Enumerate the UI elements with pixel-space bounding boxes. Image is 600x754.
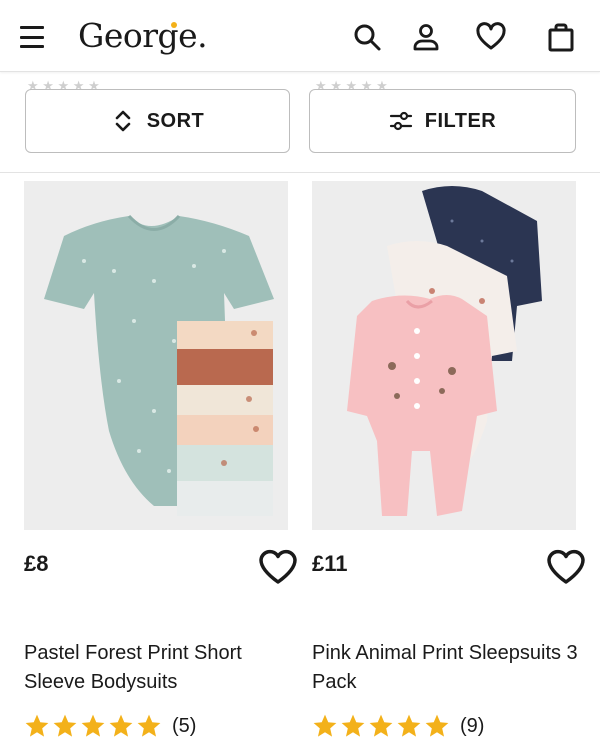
basket-icon[interactable] [545,20,577,54]
filter-button[interactable]: FILTER [309,89,576,153]
george-logo[interactable]: George. [78,16,208,55]
sort-icon [115,110,131,132]
product-image-sleepsuits[interactable] [312,181,576,530]
star-icon [313,714,337,737]
add-to-wishlist-heart-icon[interactable] [258,547,298,587]
search-icon[interactable] [351,20,383,54]
top-header: George. [0,0,600,72]
product-card[interactable]: £8 Pastel Forest Print Short Sleeve Body… [24,181,297,737]
star-icon [25,714,49,737]
product-title[interactable]: Pastel Forest Print Short Sleeve Bodysui… [24,639,294,697]
sort-button[interactable]: SORT [25,89,290,153]
sort-label: SORT [146,109,205,132]
product-title[interactable]: Pink Animal Print Sleepsuits 3 Pack [312,639,582,697]
product-card[interactable]: £11 Pink Animal Print Sleepsuits 3 Pack … [312,181,585,737]
star-icon [425,714,449,737]
menu-icon[interactable] [20,26,44,48]
logo-accent-dot [171,22,177,28]
rating-count: (9) [460,714,485,737]
add-to-wishlist-heart-icon[interactable] [546,547,586,587]
product-price: £11 [312,551,348,576]
star-icon [397,714,421,737]
filter-label: FILTER [424,109,497,132]
wishlist-icon[interactable] [475,20,507,54]
product-image-bodysuit[interactable] [24,181,288,530]
product-rating: (5) [24,713,196,739]
star-icon [369,714,393,737]
star-icon [109,714,133,737]
toolbar-divider [0,172,600,173]
star-icon [53,714,77,737]
star-icon [81,714,105,737]
rating-count: (5) [172,714,197,737]
filter-sliders-icon [389,111,412,131]
product-price: £8 [24,551,49,576]
account-icon[interactable] [410,20,442,54]
star-icon [137,714,161,737]
product-rating: (9) [312,713,484,739]
star-icon [341,714,365,737]
